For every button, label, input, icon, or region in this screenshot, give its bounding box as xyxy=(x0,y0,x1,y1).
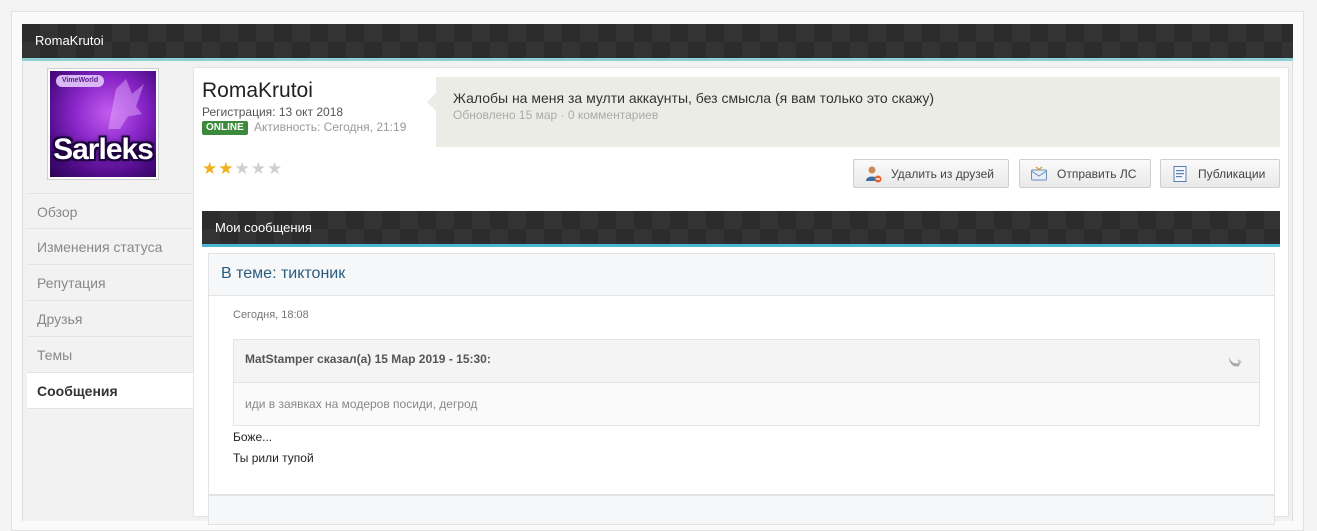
star-icon[interactable]: ★ xyxy=(235,160,250,177)
profile-nav: Обзор Изменения статуса Репутация Друзья… xyxy=(27,193,193,409)
dragon-wing-icon xyxy=(108,79,144,129)
avatar-badge: VimeWorld xyxy=(56,75,104,87)
remove-friend-button[interactable]: Удалить из друзей xyxy=(853,159,1009,188)
nav-item-topics[interactable]: Темы xyxy=(27,337,193,373)
username: RomaKrutoi xyxy=(202,79,313,102)
rating-stars[interactable]: ★ ★ ★ ★ ★ xyxy=(202,160,282,177)
topic-link[interactable]: В теме: тиктоник xyxy=(221,265,345,283)
star-icon[interactable]: ★ xyxy=(202,160,217,177)
star-icon[interactable]: ★ xyxy=(267,160,282,177)
star-icon[interactable]: ★ xyxy=(218,160,233,177)
view-quote-icon[interactable] xyxy=(1227,354,1243,368)
quote-header: MatStamper сказал(а) 15 Мар 2019 - 15:30… xyxy=(234,340,1259,383)
status-meta[interactable]: Обновлено 15 мар · 0 комментариев xyxy=(453,108,658,122)
send-pm-label: Отправить ЛС xyxy=(1057,166,1137,181)
remove-friend-label: Удалить из друзей xyxy=(891,166,994,181)
send-pm-button[interactable]: Отправить ЛС xyxy=(1019,159,1151,188)
my-messages-header: Мои сообщения xyxy=(202,211,1280,247)
remove-user-icon xyxy=(864,165,882,183)
avatar[interactable]: VimeWorld Sarleks xyxy=(47,68,159,180)
post-date: Сегодня, 18:08 xyxy=(233,309,309,321)
online-badge: ONLINE xyxy=(202,121,248,135)
nav-item-status-changes[interactable]: Изменения статуса xyxy=(27,229,193,265)
nav-item-friends[interactable]: Друзья xyxy=(27,301,193,337)
post-header: В теме: тиктоник xyxy=(209,254,1274,296)
last-activity: Активность: Сегодня, 21:19 xyxy=(254,120,407,134)
avatar-name: Sarleks xyxy=(53,133,154,166)
profile-title: RomaKrutoi xyxy=(35,33,104,48)
post-text-line: Ты рили тупой xyxy=(233,451,314,465)
quote-text: иди в заявках на модеров посиди, дегрод xyxy=(245,397,478,411)
star-icon[interactable]: ★ xyxy=(251,160,266,177)
envelope-icon xyxy=(1030,165,1048,183)
status-text: Жалобы на меня за мулти аккаунты, без см… xyxy=(453,90,935,106)
section-title: Мои сообщения xyxy=(215,220,312,235)
quote-author: MatStamper сказал(а) 15 Мар 2019 - 15:30… xyxy=(245,352,491,366)
publications-label: Публикации xyxy=(1198,166,1266,181)
registration-date: Регистрация: 13 окт 2018 xyxy=(202,105,344,119)
profile-title-bar: RomaKrutoi xyxy=(22,24,1293,61)
nav-item-messages[interactable]: Сообщения xyxy=(27,373,193,409)
nav-item-reputation[interactable]: Репутация xyxy=(27,265,193,301)
nav-item-overview[interactable]: Обзор xyxy=(27,193,193,229)
document-icon xyxy=(1171,165,1189,183)
message-post: В теме: тиктоник Сегодня, 18:08 MatStamp… xyxy=(208,253,1275,495)
status-bubble: Жалобы на меня за мулти аккаунты, без см… xyxy=(427,77,1280,147)
quote-block: MatStamper сказал(а) 15 Мар 2019 - 15:30… xyxy=(233,339,1260,426)
avatar-image: VimeWorld Sarleks xyxy=(50,71,156,177)
post-text-line: Боже... xyxy=(233,430,273,444)
publications-button[interactable]: Публикации xyxy=(1160,159,1280,188)
next-message-post xyxy=(208,495,1275,525)
